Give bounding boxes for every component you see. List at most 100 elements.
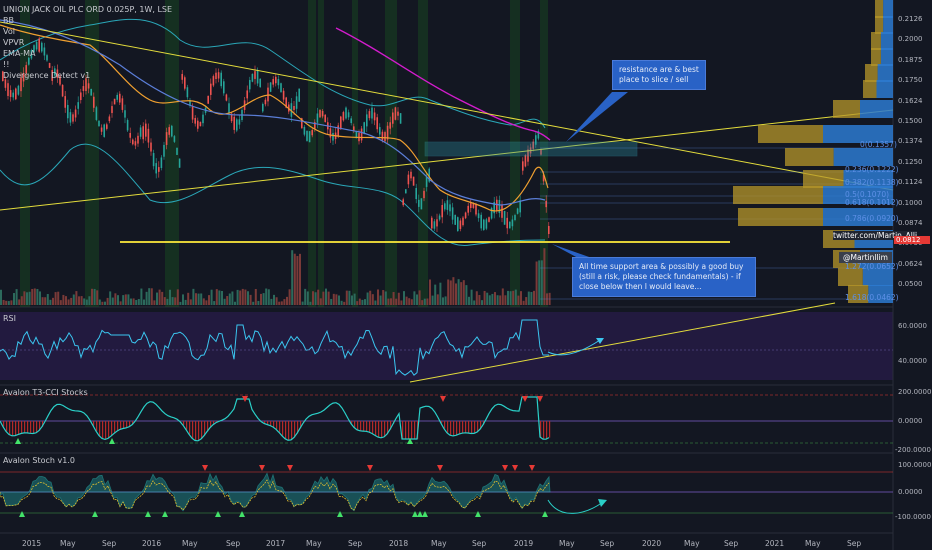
volume-bar [525, 297, 528, 305]
volume-bar [530, 291, 533, 305]
cci-axis-0: 0.0000 [898, 417, 923, 425]
vp-bar-down [758, 125, 823, 143]
cci-buy-marker [109, 438, 115, 444]
volume-bar [486, 292, 489, 305]
volume-bar [436, 294, 439, 305]
cci-hist-bar [186, 421, 188, 430]
indicator-alerts[interactable]: !! [3, 59, 9, 70]
candle-body [12, 92, 14, 98]
volume-bar [169, 289, 171, 305]
volume-bar [184, 299, 187, 305]
volume-bar [288, 289, 291, 305]
volume-bar [371, 294, 374, 305]
candle-body [402, 199, 404, 206]
cci-hist-bar [114, 421, 116, 434]
candle-body [368, 111, 371, 119]
candle-body [345, 107, 347, 119]
volume-bar [429, 279, 431, 305]
candle-body [446, 200, 449, 210]
fib-0236: 0.236(0.1222) [845, 165, 899, 174]
candle-body [311, 130, 313, 136]
price-chart[interactable] [0, 0, 932, 550]
support-callout[interactable]: All time support area & possibly a good … [572, 257, 756, 297]
candle-body [275, 76, 277, 84]
indicator-divergence[interactable]: Divergence Detect v1 [3, 70, 90, 81]
volume-bar [348, 290, 351, 305]
candle-body [106, 124, 108, 129]
stoch-sell-marker [529, 465, 535, 471]
candle-body [462, 217, 464, 226]
volume-bar [301, 301, 304, 305]
fib-0382: 0.382(0.1138) [845, 178, 899, 187]
cci-hist-bar [21, 421, 23, 434]
cci-hist-bar [117, 421, 119, 432]
vp-bar-up [883, 16, 893, 34]
volume-bar [10, 300, 13, 305]
volume-bar [442, 297, 444, 305]
volume-bar [507, 290, 509, 305]
cci-hist-bar [273, 421, 275, 427]
candle-body [483, 219, 485, 230]
volume-bar [330, 298, 333, 305]
volume-bar [85, 299, 88, 305]
indicator-vol[interactable]: Vol [3, 26, 15, 37]
cci-hist-bar [369, 421, 371, 433]
candle-body [451, 207, 454, 220]
vp-bar-down [738, 208, 823, 226]
candle-body [436, 219, 438, 227]
volume-bar [26, 292, 28, 305]
candle-body [350, 118, 352, 124]
candle-body [129, 132, 131, 138]
indicator-bb[interactable]: BB [3, 15, 14, 26]
volume-bar [280, 301, 283, 305]
candle-body [269, 82, 272, 92]
candle-body [38, 38, 40, 52]
time-axis-label: 2019 [514, 539, 534, 548]
cci-hist-bar [120, 421, 122, 430]
candle-body [340, 116, 342, 130]
candle-body [215, 72, 217, 80]
cci-hist-bar [372, 421, 374, 434]
candle-body [503, 210, 506, 225]
candle-body [477, 213, 480, 219]
indicator-vpvr[interactable]: VPVR [3, 37, 24, 48]
candle-body [225, 94, 228, 101]
volume-bar [179, 301, 182, 305]
candle-body [191, 106, 194, 120]
resistance-callout[interactable]: resistance are & best place to slice / s… [612, 60, 706, 90]
volume-bar [156, 292, 158, 305]
candle-body [399, 113, 402, 124]
candle-body [519, 200, 521, 213]
time-axis-label: 2021 [765, 539, 785, 548]
volume-bar [93, 288, 96, 305]
time-axis-label: Sep [226, 539, 241, 548]
volume-bar [62, 294, 65, 305]
candle-body [431, 217, 433, 229]
candle-body [100, 127, 103, 132]
cci-title[interactable]: Avalon T3-CCI Stocks [3, 388, 88, 397]
price-axis-label: 0.1374 [898, 137, 923, 146]
volume-bar [273, 294, 275, 305]
stoch-buy-marker [542, 511, 548, 517]
cci-hist-bar [453, 421, 455, 436]
candle-body [524, 155, 527, 167]
volume-bar [317, 289, 320, 305]
volume-bar [205, 300, 208, 305]
volume-bar [465, 285, 468, 305]
price-axis-label: 0.2126 [898, 15, 923, 23]
fib-1272: 1.272(0.0652) [845, 262, 899, 271]
candlesticks [2, 37, 550, 238]
volume-bar [387, 298, 390, 305]
candle-body [308, 131, 311, 143]
volume-bar [176, 289, 179, 305]
volume-bar [517, 295, 520, 305]
volume-bar [200, 293, 203, 305]
indicator-ema-ma[interactable]: EMA-MA [3, 48, 36, 59]
price-axis-label: 0.0874 [898, 219, 923, 227]
volume-bar [31, 288, 34, 305]
stoch-title[interactable]: Avalon Stoch v1.0 [3, 456, 75, 465]
candle-body [210, 83, 212, 95]
symbol-title[interactable]: UNION JACK OIL PLC ORD 0.025P, 1W, LSE [3, 4, 172, 15]
candle-body [337, 125, 339, 136]
rsi-title[interactable]: RSI [3, 314, 16, 323]
